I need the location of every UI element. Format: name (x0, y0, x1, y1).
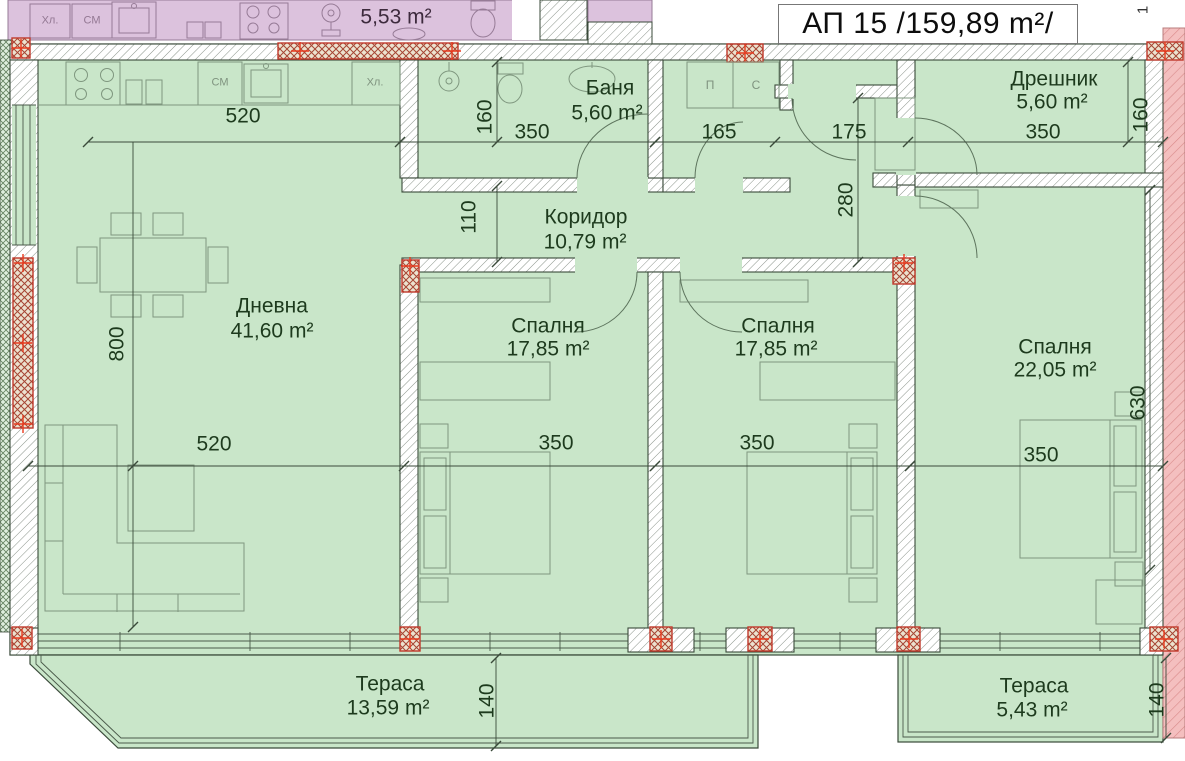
room-label-corridor-area: 10,79 m² (544, 232, 627, 253)
dim-bedroom2-width: 350 (739, 433, 774, 454)
wall-living-bedroom1 (400, 265, 418, 630)
room-label-bedroom3-area: 22,05 m² (1014, 360, 1097, 381)
dim-utility-width: 165 (701, 122, 736, 143)
wall-entry-stub (873, 173, 899, 187)
room-label-dressing-area: 5,60 m² (1016, 92, 1087, 113)
dim-corridor-height: 110 (459, 200, 480, 233)
floor-plan-page: АП 15 /159,89 m²/ 1 5,53 m² Хл. СМ СМ Хл… (0, 0, 1185, 761)
dim-dressing-height: 160 (1131, 97, 1152, 132)
room-label-living-name: Дневна (236, 296, 308, 317)
room-label-bedroom2-area: 17,85 m² (735, 339, 818, 360)
dim-bath-height: 160 (475, 99, 496, 134)
room-label-corridor-name: Коридор (545, 207, 628, 228)
neighbor-wall-block (540, 0, 587, 40)
dim-entry-height: 280 (836, 182, 857, 217)
room-label-dressing-name: Дрешник (1011, 69, 1098, 90)
kitchen-washer-label: СМ (212, 78, 229, 89)
utility-p-label: П (706, 79, 715, 91)
apartment-title: АП 15 /159,89 m²/ (778, 4, 1078, 44)
dim-living-top: 520 (225, 106, 260, 127)
room-label-bedroom1-name: Спалня (511, 316, 584, 337)
dim-terrace1-depth: 140 (477, 683, 498, 718)
wall-bath-utility (648, 60, 663, 178)
wall-dressing-bottom (915, 173, 1163, 187)
dim-terrace2-depth: 140 (1147, 682, 1168, 717)
utility-c-label: С (752, 79, 761, 91)
dim-bath-width: 350 (514, 122, 549, 143)
dim-bedroom3-width: 350 (1023, 445, 1058, 466)
neighbor-fridge-label: Хл. (42, 16, 59, 27)
room-label-bedroom1-area: 17,85 m² (507, 339, 590, 360)
dim-entry-width: 175 (831, 122, 866, 143)
room-label-terrace2-name: Тераса (1000, 676, 1069, 697)
dim-living-height: 800 (107, 326, 128, 361)
wall-top (10, 44, 1163, 60)
neighbor-area-label: 5,53 m² (360, 7, 431, 28)
dim-bedroom1-width: 350 (538, 433, 573, 454)
wall-living-bath (400, 60, 418, 178)
grid-axis-mark: 1 (1136, 6, 1151, 14)
dim-dressing-width: 350 (1025, 122, 1060, 143)
wall-corridor-bedrooms (402, 258, 915, 272)
dim-living-bottom: 520 (196, 434, 231, 455)
room-label-bath-area: 5,60 m² (571, 103, 642, 124)
room-label-bedroom3-name: Спалня (1018, 337, 1091, 358)
dim-bedroom3-height: 630 (1128, 385, 1149, 420)
room-label-living-area: 41,60 m² (231, 321, 314, 342)
wall-bedroom1-bedroom2 (648, 272, 663, 630)
room-label-bedroom2-name: Спалня (741, 316, 814, 337)
room-label-terrace1-name: Тераса (356, 674, 425, 695)
room-label-bath-name: Баня (586, 78, 634, 99)
apartment-floor (10, 44, 1163, 748)
kitchen-fridge-label: Хл. (367, 78, 384, 89)
neighbor-door-gap (512, 0, 540, 40)
left-window (12, 105, 36, 245)
neighbor-apartment-strip (8, 0, 652, 44)
neighbor-washer-label: СМ (84, 16, 101, 27)
room-label-terrace1-area: 13,59 m² (347, 698, 430, 719)
room-label-terrace2-area: 5,43 m² (996, 700, 1067, 721)
